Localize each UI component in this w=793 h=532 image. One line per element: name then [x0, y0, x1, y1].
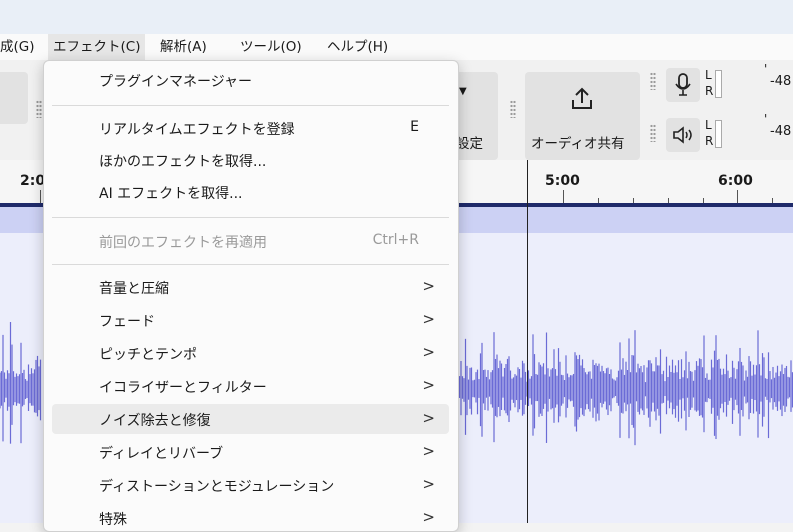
ruler-tick: [563, 190, 564, 204]
playhead-cursor: [527, 160, 528, 523]
menu-item-get-more-effects[interactable]: ほかのエフェクトを取得...: [52, 145, 449, 175]
menu-item-noise-removal-repair[interactable]: ノイズ除去と修復 >: [52, 404, 449, 434]
menu-item-label: リアルタイムエフェクトを登録: [99, 122, 295, 138]
chevron-right-icon: >: [422, 277, 435, 295]
menu-item-label: 音量と圧縮: [99, 281, 169, 297]
menu-item-label: AI エフェクトを取得...: [99, 186, 243, 202]
meter-tick: ': [764, 112, 768, 126]
menu-item-distortion-modulation[interactable]: ディストーションとモジュレーション >: [52, 470, 449, 500]
toolbar-grip[interactable]: [510, 100, 516, 118]
chevron-right-icon: >: [422, 475, 435, 493]
ruler-tick: [737, 190, 738, 204]
menu-item-label: 特殊: [99, 512, 127, 528]
menu-item-label: ディストーションとモジュレーション: [99, 479, 335, 495]
chevron-right-icon: >: [422, 310, 435, 328]
meter-right-label: R: [705, 134, 714, 148]
ruler-label: 6:00: [718, 173, 753, 189]
menu-item-pitch-tempo[interactable]: ピッチとテンポ >: [52, 338, 449, 368]
meter-left-label: L: [705, 118, 712, 132]
ruler-tick: [40, 190, 41, 204]
menu-item-label: ピッチとテンポ: [99, 347, 197, 363]
menu-help[interactable]: ヘルプ(H): [322, 34, 393, 60]
menu-separator: [52, 264, 449, 265]
toolbar-grip[interactable]: [650, 72, 656, 90]
menu-item-label: 前回のエフェクトを再適用: [99, 235, 267, 251]
menu-item-label: フェード: [99, 314, 155, 330]
record-meter[interactable]: [715, 70, 722, 98]
chevron-right-icon: >: [422, 508, 435, 526]
menu-item-label: ほかのエフェクトを取得...: [99, 154, 267, 170]
toolbar-button-partial[interactable]: [0, 72, 28, 124]
menu-separator: [52, 105, 449, 106]
record-meter-db: -48: [770, 74, 792, 89]
menu-effect[interactable]: エフェクト(C): [48, 34, 146, 60]
menu-item-label: イコライザーとフィルター: [99, 380, 267, 396]
microphone-icon: [675, 73, 691, 96]
ruler-label: 5:00: [545, 173, 580, 189]
menu-item-repeat-last-effect[interactable]: 前回のエフェクトを再適用 Ctrl+R: [52, 226, 449, 256]
share-upload-icon: [572, 87, 592, 109]
menu-generate[interactable]: 成(G): [0, 34, 40, 60]
menu-analyze[interactable]: 解析(A): [155, 34, 212, 60]
chevron-right-icon: >: [422, 442, 435, 460]
menu-item-fade[interactable]: フェード >: [52, 305, 449, 335]
menu-bar: 成(G) エフェクト(C) 解析(A) ツール(O) ヘルプ(H): [0, 34, 793, 60]
menu-item-label: ノイズ除去と修復: [99, 413, 211, 429]
speaker-icon: [673, 126, 692, 144]
share-audio-button[interactable]: オーディオ共有: [525, 72, 640, 160]
menu-item-delay-reverb[interactable]: ディレイとリバーブ >: [52, 437, 449, 467]
menu-separator: [52, 217, 449, 218]
meter-right-label: R: [705, 84, 714, 98]
menu-item-shortcut: E: [410, 119, 419, 135]
settings-label: 設定: [456, 136, 483, 152]
title-bar: [0, 0, 793, 34]
share-audio-label: オーディオ共有: [531, 136, 625, 152]
menu-item-get-ai-effects[interactable]: AI エフェクトを取得...: [52, 177, 449, 207]
ruler-label: 2:0: [20, 173, 46, 189]
menu-item-eq-filters[interactable]: イコライザーとフィルター >: [52, 371, 449, 401]
menu-item-special[interactable]: 特殊 >: [52, 503, 449, 531]
toolbar-grip[interactable]: [650, 124, 656, 142]
menu-item-volume-compression[interactable]: 音量と圧縮 >: [52, 272, 449, 302]
toolbar-grip[interactable]: [36, 100, 42, 118]
chevron-right-icon: >: [422, 343, 435, 361]
chevron-right-icon: >: [422, 409, 435, 427]
dropdown-arrow-icon: ▼: [459, 86, 467, 97]
effects-menu: プラグインマネージャー リアルタイムエフェクトを登録 E ほかのエフェクトを取得…: [43, 60, 459, 532]
menu-item-label: ディレイとリバーブ: [99, 446, 224, 462]
record-meter-button[interactable]: [666, 68, 700, 102]
meter-tick: ': [764, 62, 768, 76]
menu-item-plugin-manager[interactable]: プラグインマネージャー: [52, 65, 449, 95]
playback-meter-db: -48: [770, 124, 792, 139]
chevron-right-icon: >: [422, 376, 435, 394]
playback-meter-button[interactable]: [666, 118, 700, 152]
menu-item-register-realtime[interactable]: リアルタイムエフェクトを登録 E: [52, 113, 449, 143]
menu-item-label: プラグインマネージャー: [99, 74, 253, 90]
menu-item-shortcut: Ctrl+R: [372, 232, 419, 248]
menu-tools[interactable]: ツール(O): [235, 34, 307, 60]
meter-left-label: L: [705, 68, 712, 82]
playback-meter[interactable]: [715, 120, 722, 148]
